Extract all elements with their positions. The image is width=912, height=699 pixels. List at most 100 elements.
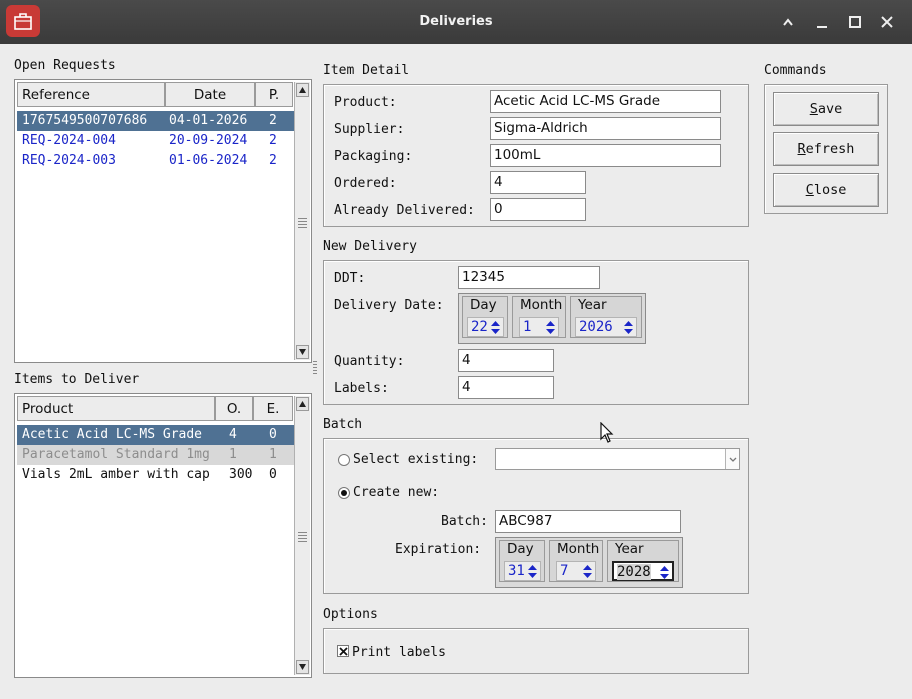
items-scrollbar[interactable] [294,396,310,675]
spin-arrows-icon[interactable] [527,564,538,579]
open-requests-title: Open Requests [14,58,116,73]
scroll-grip-icon[interactable] [298,218,307,230]
day-spinner[interactable]: 22 [467,317,504,337]
row-product: Acetic Acid LC-MS Grade [22,427,203,442]
year-spinner[interactable]: 2026 [575,317,637,337]
spin-arrows-icon[interactable] [659,565,670,580]
item-detail-title: Item Detail [323,63,410,78]
scroll-down-arrow-icon[interactable] [296,345,309,359]
items-to-deliver-title: Items to Deliver [14,372,140,387]
year-label: Year [577,297,608,313]
year-label: Year [614,541,645,557]
day-label: Day [506,541,535,557]
column-header-ordered[interactable]: O. [215,396,253,421]
column-header-date[interactable]: Date [165,82,255,107]
scroll-down-arrow-icon[interactable] [296,660,309,674]
close-icon[interactable] [877,12,897,32]
packaging-label: Packaging: [334,149,413,164]
print-labels-checkbox[interactable] [337,645,349,657]
month-group: Month 1 [512,296,566,338]
row-reference: REQ-2024-003 [22,153,116,168]
minimize-icon[interactable] [812,12,832,32]
product-label: Product: [334,95,397,110]
row-reference: REQ-2024-004 [22,133,116,148]
column-header-expected[interactable]: E. [253,396,293,421]
row-expected: 0 [269,427,277,442]
ordered-label: Ordered: [334,176,397,191]
spin-arrows-icon[interactable] [490,320,501,335]
new-delivery-title: New Delivery [323,239,417,254]
spin-arrows-icon[interactable] [623,320,634,335]
open-requests-list[interactable]: Reference Date P. 1767549500707686 04-01… [14,79,312,363]
delivery-date-picker: Day 22 Month 1 Year 2026 [458,293,646,344]
open-requests-scrollbar[interactable] [294,82,310,360]
row-ordered: 1 [229,447,237,462]
supplier-label: Supplier: [334,122,405,137]
row-expected: 1 [269,447,277,462]
day-value: 31 [508,563,525,579]
create-new-radio[interactable] [338,487,350,499]
column-header-reference[interactable]: Reference [17,82,165,107]
scroll-grip-icon[interactable] [298,532,307,544]
row-p: 2 [269,113,277,128]
quantity-label: Quantity: [334,354,405,369]
maximize-icon[interactable] [845,12,865,32]
batch-title: Batch [323,417,363,432]
ddt-field[interactable]: 12345 [458,266,600,289]
packaging-field[interactable]: 100mL [490,144,721,167]
chevron-down-icon[interactable] [725,449,739,469]
select-existing-radio[interactable] [338,454,350,466]
month-spinner[interactable]: 7 [556,561,596,581]
close-button[interactable]: Close [773,173,879,207]
select-existing-label[interactable]: Select existing: [353,452,478,467]
row-expected: 0 [269,467,277,482]
table-row[interactable]: 1767549500707686 04-01-2026 2 [17,111,294,131]
commands-title: Commands [764,63,827,78]
already-delivered-field[interactable]: 0 [490,198,586,221]
scroll-up-arrow-icon[interactable] [296,397,309,411]
spin-arrows-icon[interactable] [545,320,556,335]
supplier-field[interactable]: Sigma-Aldrich [490,117,721,140]
table-row[interactable]: REQ-2024-003 01-06-2024 2 [17,151,294,171]
day-label: Day [469,297,498,313]
refresh-button[interactable]: Refresh [773,132,879,166]
scroll-up-arrow-icon[interactable] [296,83,309,97]
create-new-label[interactable]: Create new: [353,485,439,500]
table-row[interactable]: Paracetamol Standard 1mg 1 1 [17,445,294,465]
options-group: Print labels [323,628,749,674]
print-labels-label[interactable]: Print labels [352,645,446,660]
month-spinner[interactable]: 1 [519,317,559,337]
year-group: Year 2028 [607,540,679,582]
items-to-deliver-list[interactable]: Product O. E. Acetic Acid LC-MS Grade 4 … [14,393,312,678]
quantity-field[interactable]: 4 [458,349,554,372]
batch-field[interactable]: ABC987 [495,510,681,533]
table-row[interactable]: REQ-2024-004 20-09-2024 2 [17,131,294,151]
close-label-rest: lose [813,182,847,198]
save-label-rest: ave [817,101,843,117]
save-button[interactable]: Save [773,92,879,126]
column-header-product[interactable]: Product [17,396,215,421]
column-header-p[interactable]: P. [255,82,293,107]
year-value: 2026 [579,319,613,335]
product-field[interactable]: Acetic Acid LC-MS Grade [490,90,721,113]
existing-batch-combo[interactable] [495,448,740,470]
splitter-grip-icon[interactable] [313,361,317,376]
table-row[interactable]: Vials 2mL amber with caps 300 0 [17,465,294,485]
year-spinner[interactable]: 2028 [612,561,674,581]
row-product: Vials 2mL amber with caps [22,467,210,482]
year-value: 2028 [617,564,651,580]
chevron-up-icon[interactable] [778,12,798,32]
day-spinner[interactable]: 31 [504,561,541,581]
save-mnemonic: S [809,101,818,117]
row-date: 01-06-2024 [169,153,248,168]
batch-group: Select existing: Create new: Batch: ABC9… [323,438,749,594]
row-product: Paracetamol Standard 1mg [22,447,210,462]
title-bar[interactable]: Deliveries [0,0,912,44]
refresh-label-rest: efresh [805,141,855,157]
month-label: Month [519,297,564,313]
labels-field[interactable]: 4 [458,376,554,399]
spin-arrows-icon[interactable] [582,564,593,579]
mouse-pointer-icon [600,421,614,448]
ordered-field[interactable]: 4 [490,171,586,194]
table-row[interactable]: Acetic Acid LC-MS Grade 4 0 [17,425,294,445]
